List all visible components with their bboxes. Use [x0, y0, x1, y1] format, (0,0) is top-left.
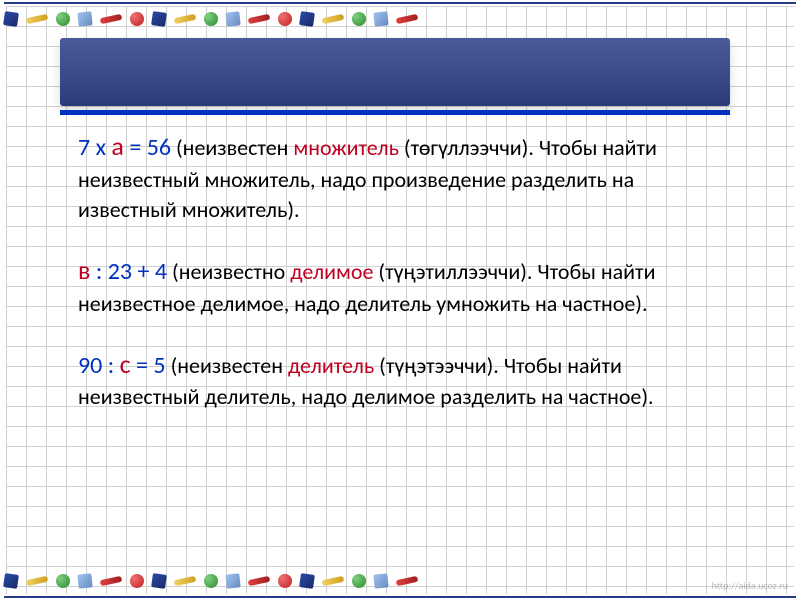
text: (неизвестен [176, 134, 293, 161]
paragraph-3: 90 : с = 5 (неизвестен делитель (түңэтээ… [78, 346, 712, 413]
text: (түңэтиллээччи) [373, 258, 526, 285]
equation-text: = 56 [124, 133, 171, 162]
term-highlight: множитель [293, 134, 399, 161]
text: (неизвестен [171, 352, 288, 379]
term-highlight: делитель [288, 352, 374, 379]
equation-text: 7 х [78, 133, 111, 162]
slide-content: 7 х а = 56 (неизвестен множитель (төгүлл… [78, 128, 712, 439]
title-underline [60, 110, 730, 115]
equation-variable: с [120, 348, 131, 380]
text: (неизвестно [172, 258, 290, 285]
equation-text: = 5 [131, 351, 166, 380]
text: . [493, 352, 504, 379]
frame-line-top [4, 2, 796, 4]
equation-variable: а [111, 130, 123, 162]
equation-text: 90 : [78, 351, 120, 380]
paragraph-2: в : 23 + 4 (неизвестно делимое (түңэтилл… [78, 252, 712, 319]
text: (түңэтээччи) [374, 352, 493, 379]
paragraph-1: 7 х а = 56 (неизвестен множитель (төгүлл… [78, 128, 712, 226]
equation-variable: в [78, 254, 90, 286]
watermark-link: http://aida.ucoz.ru [712, 579, 788, 592]
text: . [528, 134, 539, 161]
title-strip [60, 38, 730, 106]
frame-line-bottom [4, 596, 796, 598]
term-highlight: делимое [290, 258, 373, 285]
text: . [527, 258, 538, 285]
text: (төгүллээччи) [399, 134, 528, 161]
equation-text: : 23 + 4 [90, 257, 167, 286]
